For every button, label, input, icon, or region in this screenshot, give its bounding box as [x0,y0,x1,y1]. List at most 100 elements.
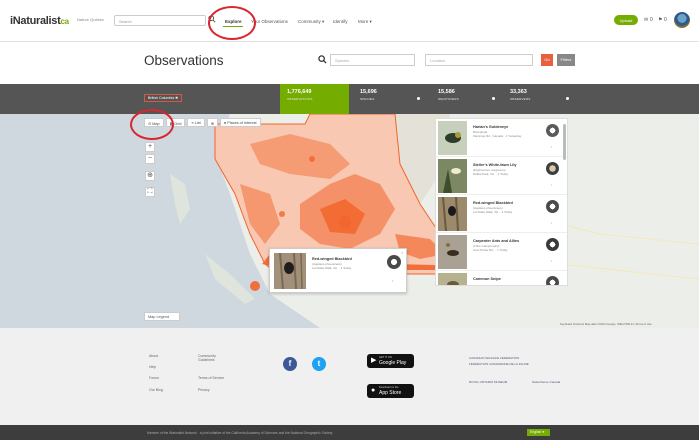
highlight-circle-explore [208,6,256,40]
stat-observers-label: OBSERVERS [510,97,531,101]
stat-species-value[interactable]: 15,696 [360,89,377,95]
nav-identify[interactable]: Identify [333,19,348,24]
stat-observers-value[interactable]: 33,363 [510,89,527,95]
observer-avatar[interactable] [546,238,559,251]
app-store-small-label: Download on the [379,386,399,389]
observation-photo [438,159,467,193]
messages-icon[interactable]: ✉ [644,17,648,23]
observation-count: 1 [551,183,553,187]
list-scrollbar[interactable] [563,124,566,160]
stat-species-label: SPECIES [360,97,375,101]
tab-places-of-interest[interactable]: ● Places of Interest [219,118,261,127]
map-canvas [0,114,699,328]
messages-count: 0 [650,17,653,23]
observation-popup[interactable]: Red-winged Blackbird (Agelaius phoeniceu… [269,248,407,293]
top-navigation: iNaturalistca Nature Québec Search Explo… [0,0,699,42]
observation-photo [438,235,467,269]
partner-logo-fcf[interactable]: FÉDÉRATION CANADIENNE DE LA FAUNE [469,362,529,366]
observers-info-icon[interactable] [566,97,569,100]
list-item[interactable]: Harlan's Goldeneye Bucephala Flamingo Rd… [436,119,567,157]
tab-list-label: List [194,121,201,125]
locate-me-button[interactable]: ⊕ [145,171,155,181]
tab-places-label: Places of Interest [227,121,257,125]
observer-avatar[interactable] [546,276,559,285]
crosshair-icon: ⊕ [147,172,153,179]
page-title: Observations [144,53,224,68]
popup-meta: Lochside Walk, Vic. · 1 Today [312,266,352,270]
footer-link-guidelines[interactable]: Community Guidelines [198,354,228,362]
twitter-icon[interactable]: t [312,357,326,371]
list-item[interactable]: Red-winged Blackbird (Agelaius phoeniceu… [436,195,567,233]
tab-layers[interactable]: ⊕ [206,118,218,127]
logo-suffix: ca [60,17,70,26]
stat-identifiers-label: IDENTIFIERS [438,97,459,101]
app-store-button[interactable]: ● Download on the App Store [367,384,414,398]
list-item[interactable]: Steller's White-fawn Lily (Erythronium o… [436,157,567,195]
species-search-input[interactable]: Species [330,54,415,66]
partner-logo-rom[interactable]: ROYAL ONTARIO MUSEUM [469,380,507,384]
place-filter-chip[interactable]: British Columbia ✖ [144,94,183,102]
observer-avatar[interactable] [546,200,559,213]
list-icon: ≡ [191,121,194,125]
partner-logo-cwf[interactable]: CANADIAN WILDLIFE FEDERATION [469,356,519,360]
partner-logo-natureserve[interactable]: NatureServe Canada [532,380,560,384]
tab-grid-label: Grid [174,122,182,126]
notifications-icon[interactable]: ⚑ [658,17,662,23]
zoom-out-button[interactable]: − [145,154,155,164]
footer-link-privacy[interactable]: Privacy [198,388,209,392]
observation-name: Carpenter Ants and Allies [473,239,520,243]
user-avatar[interactable] [674,12,690,28]
logo-subtitle: Nature Québec [77,17,105,22]
site-footer [0,328,699,425]
location-search-input[interactable]: Location [425,54,533,66]
nav-your-observations[interactable]: Your Observations [251,19,288,24]
stat-identifiers-value[interactable]: 15,586 [438,89,455,95]
filters-button[interactable]: Filters [557,54,575,66]
observation-list: Harlan's Goldeneye Bucephala Flamingo Rd… [435,118,568,286]
language-selector[interactable]: English ▾ [527,429,550,436]
stat-observations-label: OBSERVATIONS [287,97,313,101]
facebook-icon[interactable]: f [283,357,297,371]
list-item[interactable]: Common Snipe [436,271,567,285]
nav-community[interactable]: Community ▾ [298,19,324,25]
fullscreen-icon: ⛶ [147,188,153,195]
observer-avatar[interactable] [387,255,401,269]
go-button[interactable]: Go [541,54,553,66]
observation-meta: Dallas Park, Vic. · 1 Today [473,172,509,176]
species-info-icon[interactable] [417,97,420,100]
bottom-bar [0,425,699,440]
popup-observation-name[interactable]: Red-winged Blackbird [312,257,352,261]
notifications-count: 0 [664,17,667,23]
identifiers-info-icon[interactable] [492,97,495,100]
observer-avatar[interactable] [546,162,559,175]
map-legend-button[interactable]: Map Legend [144,312,180,321]
site-search-input[interactable]: Search [114,15,206,26]
nav-more[interactable]: More ▾ [358,19,372,25]
footer-link-blog[interactable]: Our Blog [149,388,163,392]
observation-name: Red-winged Blackbird [473,201,513,205]
tab-list[interactable]: ≡ List [187,118,205,127]
stat-observations-value: 1,776,649 [287,89,312,95]
fullscreen-button[interactable]: ⛶ [145,187,155,197]
google-play-button[interactable]: ▶ GET IT ON Google Play [367,354,414,368]
popup-count: 1 [392,279,394,283]
footer-link-about[interactable]: About [149,354,158,358]
footer-link-help[interactable]: Help [149,365,156,369]
observer-avatar[interactable] [546,124,559,137]
observation-count: 1 [551,259,553,263]
site-logo[interactable]: iNaturalistca [10,15,69,27]
observation-name: Common Snipe [473,277,501,281]
close-icon[interactable]: ✖ [175,96,178,100]
observation-map[interactable] [0,114,699,328]
close-icon[interactable]: × [401,250,403,255]
footer-link-forum[interactable]: Forum [149,376,159,380]
observation-name: Harlan's Goldeneye [473,125,509,129]
observation-count: 1 [551,145,553,149]
network-attribution[interactable]: Member of the iNaturalist Network · a jo… [147,431,332,435]
zoom-in-button[interactable]: + [145,142,155,152]
list-item[interactable]: Carpenter Ants and Allies (Tribe Campono… [436,233,567,271]
upload-button[interactable]: Upload [614,15,638,25]
observation-meta: Lochside Walk, Vic. · 1 Today [473,210,513,214]
observation-meta: Flamingo Rd., Canada · 1 Yesterday [473,134,522,138]
footer-link-terms[interactable]: Terms of Service [198,376,224,380]
